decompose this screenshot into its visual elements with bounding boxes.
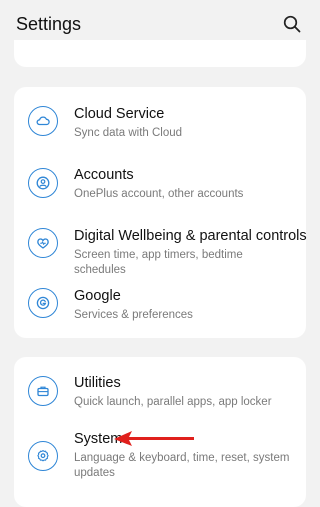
settings-item-subtitle: Quick launch, parallel apps, app locker xyxy=(74,396,272,408)
settings-group-accounts: Cloud Service Sync data with Cloud Accou… xyxy=(14,87,307,338)
settings-item-subtitle: Language & keyboard, time, reset, system… xyxy=(74,452,290,479)
search-button[interactable] xyxy=(280,12,304,36)
settings-item-subtitle: Services & preferences xyxy=(74,309,193,321)
settings-item-title: Utilities xyxy=(74,375,121,391)
search-icon xyxy=(283,15,301,33)
briefcase-icon xyxy=(28,376,58,406)
google-icon xyxy=(28,288,58,318)
settings-item-subtitle: OnePlus account, other accounts xyxy=(74,188,244,200)
settings-item-cloud-service[interactable]: Cloud Service Sync data with Cloud xyxy=(14,91,306,151)
settings-item-digital-wellbeing[interactable]: Digital Wellbeing & parental controls Sc… xyxy=(14,213,307,276)
settings-item-title: Accounts xyxy=(74,167,134,183)
wellbeing-heart-icon xyxy=(28,228,58,258)
settings-item-accounts[interactable]: Accounts OnePlus account, other accounts xyxy=(14,153,306,213)
settings-item-title: Google xyxy=(74,288,121,304)
settings-item-title: Cloud Service xyxy=(74,106,165,122)
settings-item-subtitle: Sync data with Cloud xyxy=(74,127,183,139)
settings-item-google[interactable]: Google Services & preferences xyxy=(14,273,306,333)
settings-item-title: Digital Wellbeing & parental controls xyxy=(74,228,307,244)
settings-item-utilities[interactable]: Utilities Quick launch, parallel apps, a… xyxy=(14,359,306,419)
gear-icon xyxy=(28,441,58,471)
cloud-icon xyxy=(28,106,58,136)
account-icon xyxy=(28,168,58,198)
red-annotation-arrow xyxy=(114,431,194,446)
previous-settings-group xyxy=(14,40,306,67)
page-title: Settings xyxy=(16,13,82,34)
